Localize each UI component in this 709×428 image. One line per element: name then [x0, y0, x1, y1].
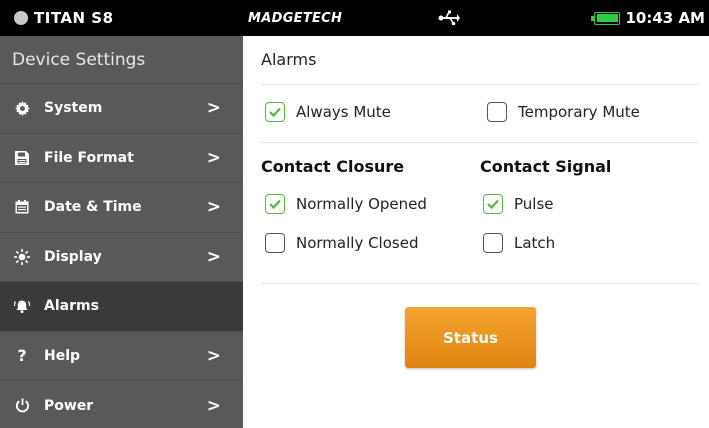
- divider: [261, 283, 698, 284]
- brand-logo: MADGETECH: [248, 10, 343, 26]
- contact-closure-heading: Contact Closure: [261, 157, 405, 176]
- device-indicator: TITAN S8: [14, 0, 114, 36]
- normally-opened-checkbox[interactable]: [265, 194, 285, 214]
- page-title: Alarms: [261, 50, 317, 69]
- latch-checkbox[interactable]: [483, 233, 503, 253]
- normally-closed-label: Normally Closed: [296, 234, 419, 252]
- status-button[interactable]: Status: [405, 307, 536, 368]
- divider: [261, 142, 698, 143]
- chevron-right-icon: >: [206, 197, 221, 218]
- always-mute-option[interactable]: Always Mute: [265, 102, 391, 122]
- temporary-mute-checkbox[interactable]: [487, 102, 507, 122]
- normally-opened-option[interactable]: Normally Opened: [265, 194, 427, 214]
- sidebar: Device Settings System > File Format > D…: [0, 36, 255, 428]
- battery-fill: [596, 14, 618, 22]
- contact-signal-heading: Contact Signal: [480, 157, 612, 176]
- sidebar-item-help[interactable]: ? Help >: [0, 332, 243, 381]
- chevron-right-icon: >: [206, 147, 221, 168]
- status-dot-icon: [14, 11, 28, 25]
- alarms-panel: Alarms Always Mute Temporary Mute Contac…: [243, 36, 709, 428]
- sidebar-item-label: Alarms: [44, 298, 99, 315]
- pulse-option[interactable]: Pulse: [483, 194, 554, 214]
- chevron-right-icon: >: [206, 246, 221, 267]
- usb-icon: [438, 10, 460, 26]
- checkmark-icon: [269, 199, 281, 210]
- temporary-mute-option[interactable]: Temporary Mute: [487, 102, 640, 122]
- sidebar-item-display[interactable]: Display >: [0, 233, 243, 282]
- latch-option[interactable]: Latch: [483, 233, 555, 253]
- sidebar-item-label: File Format: [44, 149, 134, 166]
- sidebar-item-label: System: [44, 100, 103, 117]
- battery-icon: [591, 11, 621, 25]
- normally-closed-option[interactable]: Normally Closed: [265, 233, 418, 253]
- checkmark-icon: [269, 107, 281, 118]
- sidebar-item-label: Display: [44, 248, 102, 265]
- chevron-right-icon: >: [206, 345, 221, 366]
- sidebar-item-alarms[interactable]: Alarms: [0, 282, 255, 332]
- temporary-mute-label: Temporary Mute: [518, 103, 640, 121]
- latch-label: Latch: [514, 234, 556, 252]
- bell-icon: [14, 298, 30, 314]
- sidebar-item-system[interactable]: System >: [0, 84, 243, 134]
- always-mute-checkbox[interactable]: [265, 102, 285, 122]
- pulse-checkbox[interactable]: [483, 194, 503, 214]
- normally-opened-label: Normally Opened: [296, 195, 427, 213]
- gear-icon: [14, 100, 30, 116]
- sidebar-item-label: Power: [44, 397, 94, 414]
- chevron-right-icon: >: [206, 395, 221, 416]
- floppy-icon: [14, 150, 30, 166]
- divider: [261, 84, 698, 85]
- sun-icon: [14, 248, 30, 265]
- always-mute-label: Always Mute: [296, 103, 391, 121]
- calendar-icon: [14, 199, 30, 215]
- sidebar-item-label: Help: [44, 347, 81, 364]
- clock: 10:43 AM: [625, 9, 705, 27]
- power-icon: [14, 398, 30, 414]
- sidebar-header: Device Settings: [0, 36, 243, 84]
- device-model: TITAN S8: [34, 9, 114, 27]
- sidebar-item-date-time[interactable]: Date & Time >: [0, 183, 243, 233]
- sidebar-item-label: Date & Time: [44, 199, 142, 216]
- sidebar-item-power[interactable]: Power >: [0, 381, 243, 428]
- question-icon: ?: [17, 346, 27, 366]
- chevron-right-icon: >: [206, 98, 221, 119]
- pulse-label: Pulse: [514, 195, 554, 213]
- status-bar: TITAN S8 MADGETECH 10:43 AM: [0, 0, 709, 36]
- normally-closed-checkbox[interactable]: [265, 233, 285, 253]
- sidebar-item-file-format[interactable]: File Format >: [0, 134, 243, 183]
- checkmark-icon: [487, 199, 499, 210]
